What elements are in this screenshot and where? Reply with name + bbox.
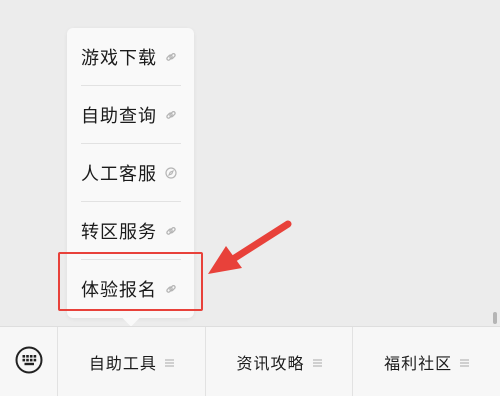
scrollbar-thumb[interactable]	[493, 312, 497, 324]
menu-item-customer-service[interactable]: 人工客服	[81, 144, 181, 202]
bottom-menu-bar: 自助工具 资讯攻略 福利社区	[0, 326, 500, 396]
tab-welfare-community[interactable]: 福利社区	[353, 327, 500, 396]
menu-icon	[460, 352, 470, 371]
tab-self-help-tools[interactable]: 自助工具	[58, 326, 206, 396]
tab-label: 自助工具	[88, 353, 157, 373]
link-icon	[165, 225, 177, 237]
menu-item-label: 转区服务	[81, 221, 157, 243]
menu-icon	[312, 352, 322, 371]
menu-item-game-download[interactable]: 游戏下载	[81, 28, 181, 86]
menu-item-label: 人工客服	[81, 163, 157, 185]
compass-icon	[165, 166, 177, 179]
red-arrow-icon	[208, 220, 292, 274]
menu-item-label: 自助查询	[81, 105, 157, 127]
tab-label: 福利社区	[384, 353, 453, 373]
menu-icon	[164, 352, 174, 371]
menu-item-self-query[interactable]: 自助查询	[81, 86, 181, 144]
tab-label: 资讯攻略	[236, 353, 305, 373]
menu-item-label: 游戏下载	[81, 47, 157, 69]
link-icon	[165, 51, 177, 63]
link-icon	[165, 109, 177, 121]
highlight-box	[58, 252, 203, 311]
tab-news-guides[interactable]: 资讯攻略	[206, 326, 354, 396]
keyboard-icon	[15, 346, 43, 378]
keyboard-toggle-button[interactable]	[0, 326, 58, 396]
